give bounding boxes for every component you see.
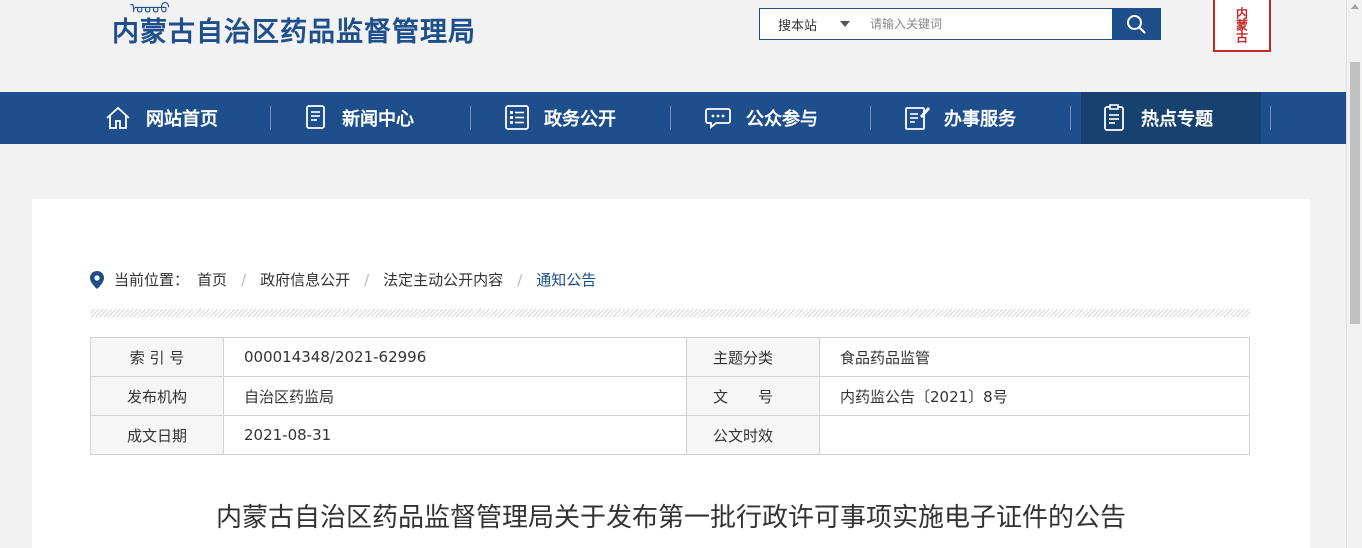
page-scrollbar[interactable] xyxy=(1346,0,1362,548)
content-panel: 当前位置： 首页 / 政府信息公开 / 法定主动公开内容 / 通知公告 索 引 … xyxy=(32,199,1310,548)
meta-key: 主题分类 xyxy=(686,337,820,377)
nav-item-services[interactable]: 办事服务 xyxy=(870,92,1070,144)
search-scope-select[interactable]: 搜本站 xyxy=(760,9,860,39)
meta-key: 文 号 xyxy=(686,376,820,416)
list-icon xyxy=(505,105,529,130)
search-scope-label: 搜本站 xyxy=(778,18,818,34)
breadcrumb-link-statutory[interactable]: 法定主动公开内容 xyxy=(383,269,503,290)
meta-value: 000014348/2021-62996 xyxy=(223,337,687,377)
main-nav: 网站首页 新闻中心 政务公开 公众参与 办事服务 热点专题 xyxy=(0,92,1346,144)
home-icon xyxy=(106,106,130,129)
breadcrumb-separator: / xyxy=(517,270,523,289)
chat-icon xyxy=(705,108,731,129)
search-button[interactable] xyxy=(1112,9,1160,39)
nav-divider xyxy=(1270,106,1271,130)
nav-divider xyxy=(1070,106,1071,130)
site-header: ᠤᠤᠤᠤ 内蒙古自治区药品监督管理局 搜本站 内蒙古 xyxy=(0,0,1346,92)
breadcrumb-separator: / xyxy=(364,270,370,289)
search-bar: 搜本站 xyxy=(759,8,1161,40)
meta-value: 自治区药监局 xyxy=(223,376,687,416)
meta-key: 发布机构 xyxy=(90,376,224,416)
breadcrumb-prefix: 当前位置： xyxy=(114,271,190,289)
breadcrumb-link-home[interactable]: 首页 xyxy=(197,269,227,290)
edit-form-icon xyxy=(905,107,930,130)
meta-value: 2021-08-31 xyxy=(223,415,687,455)
seal-logo: 内蒙古 xyxy=(1213,0,1271,52)
nav-item-gov-affairs[interactable]: 政务公开 xyxy=(470,92,670,144)
nav-item-home[interactable]: 网站首页 xyxy=(70,92,270,144)
meta-value: 内药监公告〔2021〕8号 xyxy=(819,376,1250,416)
nav-item-news[interactable]: 新闻中心 xyxy=(270,92,470,144)
nav-item-label: 网站首页 xyxy=(146,109,218,130)
article-title: 内蒙古自治区药品监督管理局关于发布第一批行政许可事项实施电子证件的公告 xyxy=(215,503,1126,533)
table-row: 成文日期 2021-08-31 公文时效 xyxy=(90,415,1250,455)
table-row: 索 引 号 000014348/2021-62996 主题分类 食品药品监管 xyxy=(90,337,1250,377)
location-pin-icon xyxy=(90,270,104,289)
meta-key: 公文时效 xyxy=(686,415,820,455)
nav-item-label: 办事服务 xyxy=(944,109,1016,130)
nav-item-hot-topics[interactable]: 热点专题 xyxy=(1081,92,1261,144)
site-title[interactable]: 内蒙古自治区药品监督管理局 xyxy=(112,10,476,49)
scroll-up-arrow-icon[interactable] xyxy=(1351,4,1359,9)
chevron-down-icon xyxy=(840,21,850,27)
breadcrumb-separator: / xyxy=(241,270,247,289)
scrollbar-thumb[interactable] xyxy=(1350,62,1360,324)
meta-value xyxy=(819,415,1250,455)
divider-stripe xyxy=(90,309,1250,317)
report-icon xyxy=(1104,104,1124,131)
meta-key: 成文日期 xyxy=(90,415,224,455)
nav-item-label: 新闻中心 xyxy=(342,109,414,130)
nav-item-participation[interactable]: 公众参与 xyxy=(670,92,870,144)
meta-key: 索 引 号 xyxy=(90,337,224,377)
nav-item-label: 热点专题 xyxy=(1141,109,1213,130)
nav-item-label: 政务公开 xyxy=(544,109,616,130)
search-icon xyxy=(1127,15,1146,34)
table-row: 发布机构 自治区药监局 文 号 内药监公告〔2021〕8号 xyxy=(90,376,1250,416)
document-icon xyxy=(306,105,325,129)
breadcrumb: 当前位置： 首页 / 政府信息公开 / 法定主动公开内容 / 通知公告 xyxy=(90,269,596,290)
document-meta-table: 索 引 号 000014348/2021-62996 主题分类 食品药品监管 发… xyxy=(90,337,1250,455)
breadcrumb-link-notices[interactable]: 通知公告 xyxy=(536,269,596,290)
meta-value: 食品药品监管 xyxy=(819,337,1250,377)
nav-item-label: 公众参与 xyxy=(746,109,818,130)
breadcrumb-link-gov-info[interactable]: 政府信息公开 xyxy=(260,269,350,290)
search-input[interactable] xyxy=(860,9,1112,39)
